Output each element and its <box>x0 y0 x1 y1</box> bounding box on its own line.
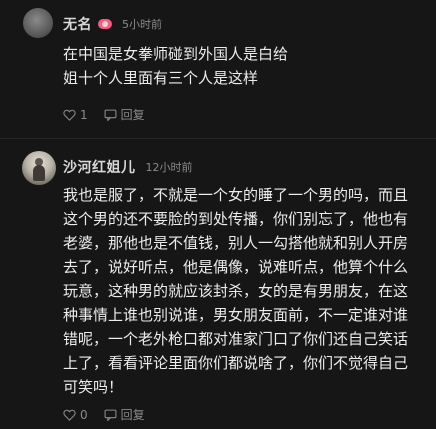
comment-item: 沙河红姐儿 12小时前 我也是服了，不就是一个女的睡了一个男的吗，而且这个男的还… <box>0 0 436 429</box>
reply-label: 回复 <box>120 408 145 422</box>
comment-text: 我也是服了，不就是一个女的睡了一个男的吗，而且这个男的还不要脸的到处传播，你们别… <box>63 186 409 396</box>
like-button[interactable]: 0 <box>63 408 88 422</box>
heart-outline-icon <box>63 409 76 421</box>
timestamp: 12小时前 <box>145 161 193 174</box>
reply-button[interactable]: 回复 <box>104 406 145 423</box>
reply-bubble-icon <box>104 409 117 421</box>
avatar[interactable] <box>22 151 56 185</box>
username[interactable]: 沙河红姐儿 <box>63 157 136 177</box>
comment-actions: 0 回复 <box>63 406 161 423</box>
comment-list: 无名 5小时前 在中国是女拳师碰到外国人是白给姐十个人里面有三个人是这样 1 回… <box>0 0 436 429</box>
comment-meta: 沙河红姐儿 12小时前 <box>63 157 193 177</box>
like-count: 0 <box>80 407 88 422</box>
